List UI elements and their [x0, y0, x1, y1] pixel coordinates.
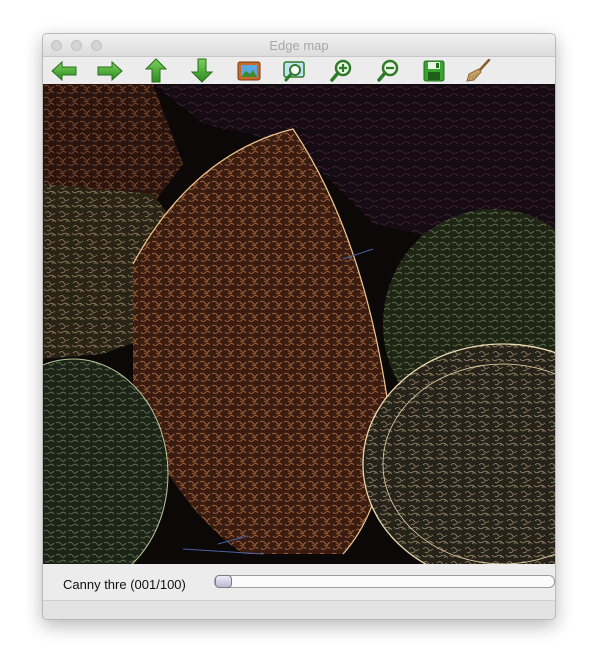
toolbar	[43, 57, 555, 84]
arrow-left-icon	[51, 60, 77, 81]
zoom-in-icon	[330, 59, 352, 82]
arrow-up-icon	[145, 58, 167, 83]
title-bar: Edge map	[43, 34, 555, 57]
image-button[interactable]	[234, 57, 264, 84]
floppy-save-icon	[423, 60, 445, 81]
edge-map-window: Edge map Canny thre (001/100)	[42, 33, 556, 620]
clear-button[interactable]	[463, 57, 493, 84]
canny-threshold-slider[interactable]	[214, 575, 555, 588]
forward-button[interactable]	[95, 57, 125, 84]
down-button[interactable]	[187, 57, 217, 84]
zoom-out-icon	[377, 59, 399, 82]
slider-thumb[interactable]	[215, 575, 232, 588]
zoom-fit-icon	[283, 60, 305, 81]
picture-icon	[237, 61, 261, 80]
trackbar-label: Canny thre (001/100)	[63, 577, 186, 592]
edge-map-render	[43, 84, 555, 564]
arrow-down-icon	[191, 58, 213, 83]
bottom-status-bar	[43, 600, 555, 619]
slider-track[interactable]	[214, 575, 555, 588]
save-button[interactable]	[419, 57, 449, 84]
up-button[interactable]	[141, 57, 171, 84]
window-title: Edge map	[269, 38, 329, 53]
trackbar-row: Canny thre (001/100)	[43, 565, 555, 599]
broom-icon	[466, 58, 491, 82]
zoom-out-button[interactable]	[373, 57, 403, 84]
zoom-in-button[interactable]	[326, 57, 356, 84]
zoom-fit-button[interactable]	[279, 57, 309, 84]
back-button[interactable]	[49, 57, 79, 84]
edge-map-image[interactable]	[43, 84, 555, 564]
arrow-right-icon	[97, 60, 123, 81]
